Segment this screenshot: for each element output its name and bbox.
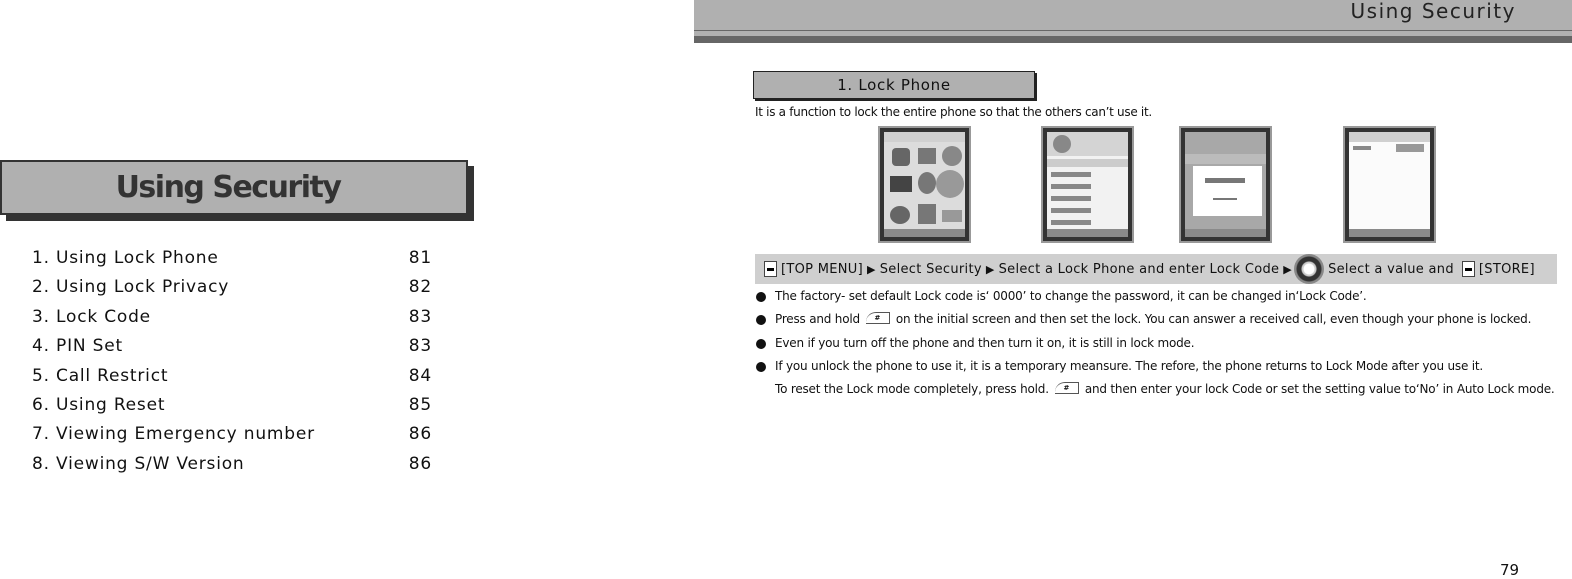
phone-screenshot-lock-setting [1343,126,1436,243]
note-item: Even if you turn off the phone and then … [756,336,1555,359]
toc-page: 86 [408,424,432,445]
toc-label: 2. Using Lock Privacy [32,277,230,298]
header-divider [694,36,1572,43]
note-item: If you unlock the phone to use it, it is… [756,359,1555,382]
bullet-icon [756,315,766,326]
nav-step: [STORE] [1478,261,1535,277]
toc-page: 86 [408,453,432,474]
hash-key-icon: # [865,312,890,325]
note-text: If you unlock the phone to use it, it is… [775,358,1484,373]
section-title: 1. Lock Phone [753,71,1035,99]
chapter-title: Using Security [115,170,342,205]
bullet-icon [756,361,766,372]
nav-step: [TOP MENU] [781,261,863,277]
nav-step: Select Security [879,261,982,277]
note-text: Even if you turn off the phone and then … [775,335,1195,350]
toc-item[interactable]: 3. Lock Code 83 [32,305,432,334]
toc-label: 5. Call Restrict [32,365,169,386]
toc-label: 6. Using Reset [32,394,166,415]
note-text: and then enter your lock Code or set the… [1084,382,1555,397]
note-item: The factory- set default Lock code is‘ 0… [756,289,1555,312]
phone-screenshot-lock-code [1179,126,1272,243]
navigation-key-icon [1294,254,1325,284]
toc-page: 83 [408,306,432,327]
toc-label: 4. PIN Set [32,336,123,357]
phone-screenshot-menu [878,126,971,243]
toc-label: 1. Using Lock Phone [32,248,219,268]
page-header-title: Using Security [1350,0,1516,23]
toc-page: 83 [408,336,432,357]
toc-item[interactable]: 1. Using Lock Phone 81 [32,246,432,275]
toc-item[interactable]: 5. Call Restrict 84 [32,364,432,393]
toc-item[interactable]: 8. Viewing S/W Version 86 [32,452,432,481]
arrow-right-icon: ▶ [1283,262,1293,276]
note-continuation: To reset the Lock mode completely, press… [756,382,1555,405]
hash-key-icon: # [1054,382,1079,395]
table-of-contents: 1. Using Lock Phone 81 2. Using Lock Priv… [32,246,432,481]
toc-label: 3. Lock Code [32,306,151,327]
toc-label: 8. Viewing S/W Version [32,453,245,474]
toc-page: 82 [408,277,432,298]
toc-page: 84 [408,365,432,386]
toc-label: 7. Viewing Emergency number [32,424,315,445]
bullet-icon [756,292,766,302]
phone-screenshot-security-list [1041,126,1134,243]
toc-item[interactable]: 6. Using Reset 85 [32,393,432,422]
section-intro: It is a function to lock the entire phon… [755,105,1152,119]
page-number: 79 [1500,561,1520,579]
toc-item[interactable]: 2. Using Lock Privacy 82 [32,275,432,304]
nav-step: Select a value and [1328,261,1454,277]
note-text: The factory- set default Lock code is‘ 0… [775,289,1367,303]
notes-list: The factory- set default Lock code is‘ 0… [756,289,1555,405]
chapter-title-box: Using Security [0,160,468,215]
note-text: To reset the Lock mode completely, press… [775,382,1049,397]
note-item: Press and hold # on the initial screen a… [756,312,1555,335]
toc-page: 81 [408,248,432,268]
note-text: Press and hold [775,312,860,327]
arrow-right-icon: ▶ [985,262,995,276]
left-softkey-icon [764,261,777,277]
menu-navigation-path: [TOP MENU] ▶ Select Security ▶ Select a … [755,254,1557,284]
toc-item[interactable]: 7. Viewing Emergency number 86 [32,422,432,451]
bullet-icon [756,338,766,349]
note-text: on the initial screen and then set the l… [895,312,1532,327]
toc-item[interactable]: 4. PIN Set 83 [32,334,432,363]
toc-page: 85 [408,394,432,415]
nav-step: Select a Lock Phone and enter Lock Code [998,261,1280,277]
left-softkey-icon [1461,261,1475,277]
arrow-right-icon: ▶ [866,262,876,276]
page-header-bar: Using Security [694,0,1572,30]
